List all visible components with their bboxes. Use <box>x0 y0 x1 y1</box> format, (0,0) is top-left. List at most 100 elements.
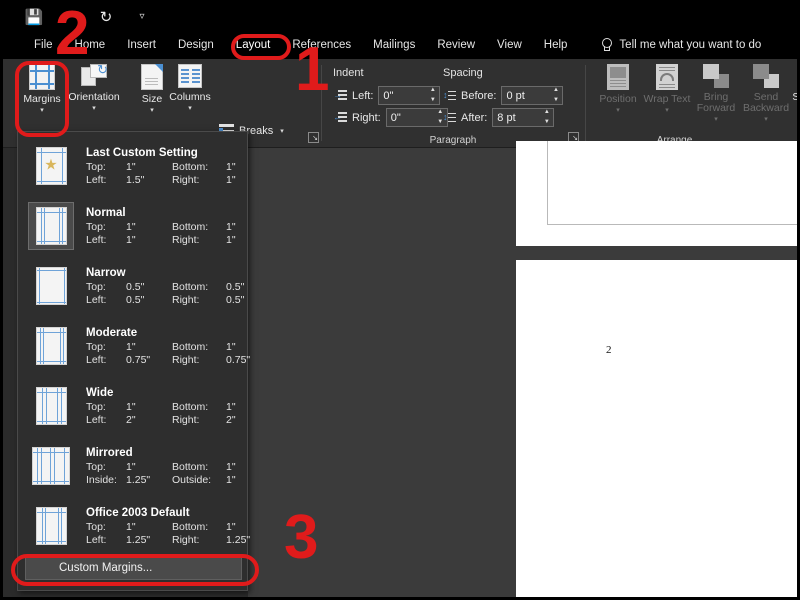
right-label: Right: <box>172 234 200 246</box>
spacing-after-stepper[interactable]: ▲ ▼ <box>542 109 551 125</box>
bottom-label: Bottom: <box>172 341 209 353</box>
menu-item-title: Narrow <box>86 267 126 279</box>
top-label: Top: <box>86 521 106 533</box>
annotation-step-1: 1 <box>295 35 330 104</box>
ribbon-tab-strip: File Home Insert Design Layout Reference… <box>3 31 797 59</box>
left-label: Left: <box>86 354 107 366</box>
menu-item-text: Last Custom Setting Top: 1" Bottom: 1" L… <box>86 142 241 186</box>
chevron-down-icon[interactable]: ▾ <box>714 115 718 123</box>
lightbulb-icon <box>600 38 613 52</box>
menu-item-values: Top: 1" Bottom: 1" Left: 0.75" Right: 0.… <box>86 341 250 366</box>
menu-item-text: Narrow Top: 0.5" Bottom: 0.5" Left: 0.5"… <box>86 262 244 306</box>
position-button[interactable]: Position ▾ <box>591 64 645 134</box>
left-value: 2" <box>126 414 136 426</box>
columns-button[interactable]: Columns ▾ <box>163 64 217 134</box>
chevron-down-icon[interactable]: ▾ <box>665 106 669 114</box>
customize-quick-access-icon[interactable]: ▿ <box>133 8 151 26</box>
menu-item-title: Last Custom Setting <box>86 147 198 159</box>
menu-item-moderate[interactable]: Moderate Top: 1" Bottom: 1" Left: 0.75" … <box>18 316 250 376</box>
menu-item-values: Top: 1" Bottom: 1" Left: 1.5" Right: 1" <box>86 161 241 186</box>
thumbnail-wrapper <box>28 442 74 490</box>
tab-view[interactable]: View <box>486 35 533 55</box>
chevron-down-icon[interactable]: ▾ <box>616 106 620 114</box>
menu-item-last-custom-setting[interactable]: ★ Last Custom Setting Top: 1" Bottom: 1"… <box>18 136 247 196</box>
spacing-after-input[interactable]: 8 pt ▲ ▼ <box>492 108 555 127</box>
right-value: 1" <box>226 174 236 186</box>
bring-forward-button-label: Bring Forward <box>696 91 736 115</box>
annotation-step-2: 2 <box>55 0 90 68</box>
chevron-down-icon[interactable]: ▾ <box>92 104 96 112</box>
chevron-down-icon[interactable]: ▾ <box>280 127 284 135</box>
bottom-value: 1" <box>226 461 236 473</box>
redo-icon[interactable]: ↻ <box>97 8 115 26</box>
spacing-before-field-row: ↕ Before: 0 pt ▲ ▼ <box>443 86 564 105</box>
selection-pane-button[interactable]: Selection Pane <box>787 64 797 134</box>
right-label: Right: <box>172 294 200 306</box>
tab-review[interactable]: Review <box>426 35 486 55</box>
menu-item-text: Wide Top: 1" Bottom: 1" Left: 2" Right: … <box>86 382 241 426</box>
highlight-ring-custom-margins <box>11 554 259 586</box>
menu-item-normal[interactable]: Normal Top: 1" Bottom: 1" Left: 1" Right… <box>18 196 247 256</box>
indent-left-value: 0" <box>383 89 394 102</box>
menu-item-wide[interactable]: Wide Top: 1" Bottom: 1" Left: 2" Right: … <box>18 376 247 436</box>
annotation-step-3: 3 <box>284 503 319 572</box>
save-icon[interactable]: 💾 <box>25 8 44 26</box>
menu-item-mirrored[interactable]: Mirrored Top: 1" Bottom: 1" Inside: 1.25… <box>18 436 247 496</box>
wrap-text-button[interactable]: Wrap Text ▾ <box>640 64 694 134</box>
left-value: 0.5" <box>126 294 145 306</box>
menu-item-office-2003-default[interactable]: Office 2003 Default Top: 1" Bottom: 1" L… <box>18 496 250 556</box>
send-backward-button[interactable]: Send Backward ▾ <box>739 64 793 134</box>
ribbon-group-arrange: Position ▾ Wrap Text ▾ Bring Forward ▾ S… <box>587 59 797 148</box>
right-value: 0.75" <box>226 354 251 366</box>
left-label: Left: <box>86 174 107 186</box>
spacing-after-value: 8 pt <box>497 111 516 124</box>
outside-value: 1" <box>226 474 236 486</box>
indent-right-input[interactable]: 0" ▲ ▼ <box>385 108 448 127</box>
orientation-button[interactable]: ↻ Orientation ▾ <box>67 62 121 134</box>
tab-insert[interactable]: Insert <box>116 35 167 55</box>
document-page-1[interactable] <box>516 141 797 246</box>
spacing-before-stepper[interactable]: ▲ ▼ <box>551 87 560 103</box>
chevron-down-icon[interactable]: ▾ <box>150 106 154 114</box>
bring-forward-button[interactable]: Bring Forward ▾ <box>689 64 743 134</box>
bottom-value: 1" <box>226 521 236 533</box>
indent-right-field-row: ← Right: 0" ▲▼ <box>333 108 448 127</box>
tab-design[interactable]: Design <box>167 35 225 55</box>
left-label: Left: <box>86 414 107 426</box>
chevron-down-icon[interactable]: ▾ <box>188 104 192 112</box>
document-page-2[interactable]: 2 <box>516 260 797 597</box>
thumbnail-wrapper <box>28 502 74 550</box>
indent-left-input[interactable]: 0" ▲ ▼ <box>378 86 441 105</box>
margins-preview-icon <box>35 327 67 365</box>
indent-left-stepper[interactable]: ▲ ▼ <box>428 87 437 103</box>
send-backward-button-label: Send Backward <box>742 91 790 115</box>
tab-help[interactable]: Help <box>533 35 579 55</box>
spacing-before-label: Before: <box>461 89 497 102</box>
outside-label: Outside: <box>172 474 212 486</box>
tab-mailings[interactable]: Mailings <box>362 35 426 55</box>
bottom-label: Bottom: <box>172 221 209 233</box>
position-button-label: Position <box>599 93 637 105</box>
right-value: 1" <box>226 234 236 246</box>
bottom-value: 1" <box>226 341 236 353</box>
top-label: Top: <box>86 461 106 473</box>
left-value: 1.25" <box>126 534 151 546</box>
indent-right-icon: ← <box>333 112 347 123</box>
right-label: Right: <box>172 174 200 186</box>
chevron-down-icon[interactable]: ▾ <box>764 115 768 123</box>
menu-item-values: Top: 1" Bottom: 1" Left: 1.25" Right: 1.… <box>86 521 250 546</box>
margin-guide-horizontal <box>547 224 797 225</box>
tell-me-search[interactable]: Tell me what you want to do <box>600 38 761 52</box>
inside-label: Inside: <box>86 474 117 486</box>
bottom-label: Bottom: <box>172 461 209 473</box>
bottom-label: Bottom: <box>172 401 209 413</box>
margins-preview-icon <box>32 447 70 485</box>
top-label: Top: <box>86 341 106 353</box>
menu-item-narrow[interactable]: Narrow Top: 0.5" Bottom: 0.5" Left: 0.5"… <box>18 256 247 316</box>
page-setup-dialog-launcher[interactable]: ↘ <box>308 132 319 143</box>
top-value: 1" <box>126 521 136 533</box>
bottom-value: 1" <box>226 161 236 173</box>
spacing-before-value: 0 pt <box>506 89 525 102</box>
spacing-before-input[interactable]: 0 pt ▲ ▼ <box>501 86 564 105</box>
top-value: 1" <box>126 221 136 233</box>
